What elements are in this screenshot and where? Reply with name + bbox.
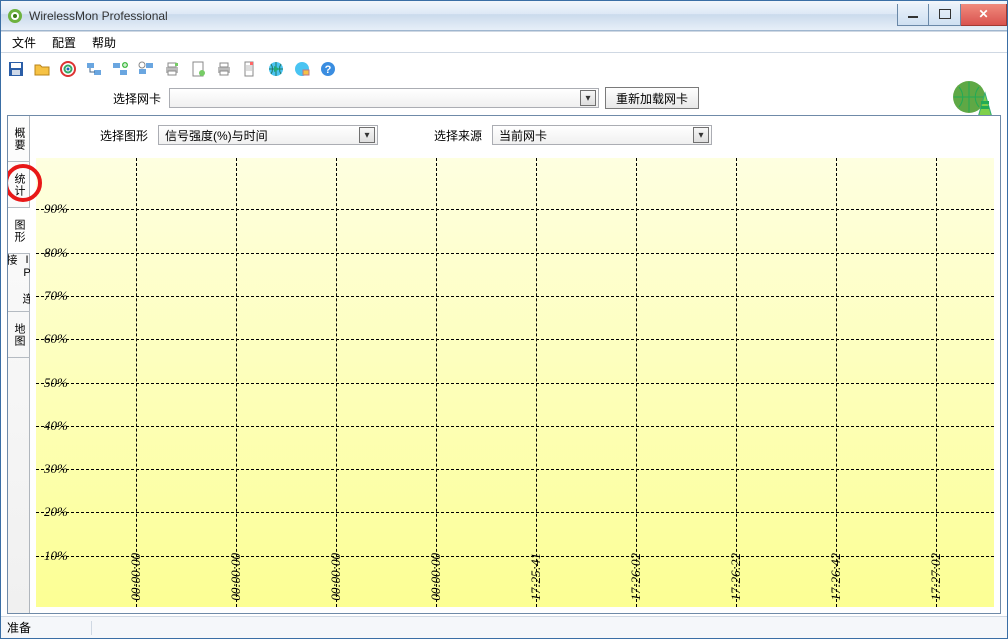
y-tick-label: 20% (44, 504, 68, 520)
graph-source-label: 选择来源 (434, 127, 484, 144)
x-tick-label: 17:26:02 (628, 553, 644, 601)
x-tick-label: 00:00:00 (428, 553, 444, 601)
print-icon[interactable] (161, 58, 183, 80)
status-separator (91, 621, 92, 635)
graph-type-combo[interactable]: 信号强度(%)与时间 ▾ (158, 125, 378, 145)
y-tick-label: 30% (44, 461, 68, 477)
graph-type-label: 选择图形 (100, 127, 150, 144)
x-tick-label: 17:26:42 (828, 553, 844, 601)
adapter-label: 选择网卡 (113, 90, 163, 107)
save-icon[interactable] (5, 58, 27, 80)
doc-icon[interactable] (239, 58, 261, 80)
netlist-icon[interactable] (83, 58, 105, 80)
chevron-down-icon: ▾ (693, 127, 709, 143)
menubar: 文件 配置 帮助 (1, 31, 1007, 53)
help-icon[interactable]: ? (317, 58, 339, 80)
statusbar: 准备 (1, 616, 1007, 638)
svg-text:?: ? (325, 64, 332, 76)
y-tick-label: 40% (44, 418, 68, 434)
chevron-down-icon: ▾ (580, 90, 596, 106)
y-tick-label: 60% (44, 331, 68, 347)
client-area: 概要 统计 图形 IP 连接 地图 选择图形 信号强度(%)与时间 ▾ 选择来源… (7, 115, 1001, 614)
netadd-icon[interactable] (109, 58, 131, 80)
globe-mon-icon[interactable] (291, 58, 313, 80)
minimize-button[interactable] (897, 4, 929, 26)
y-tick-label: 80% (44, 245, 68, 261)
x-tick-label: 00:00:00 (328, 553, 344, 601)
chevron-down-icon: ▾ (359, 127, 375, 143)
y-tick-label: 70% (44, 288, 68, 304)
app-icon (7, 8, 23, 24)
x-tick-label: 00:00:00 (128, 553, 144, 601)
x-tick-label: 17:26:22 (728, 553, 744, 601)
target-icon[interactable] (57, 58, 79, 80)
globe-play-icon[interactable] (265, 58, 287, 80)
titlebar: WirelessMon Professional (1, 1, 1007, 31)
sidebar: 概要 统计 图形 IP 连接 地图 (8, 116, 30, 613)
netmon-icon[interactable] (135, 58, 157, 80)
menu-config[interactable]: 配置 (44, 32, 84, 53)
side-tab-summary[interactable]: 概要 (8, 116, 30, 162)
y-tick-label: 50% (44, 375, 68, 391)
page-icon[interactable] (187, 58, 209, 80)
reload-adapter-button[interactable]: 重新加载网卡 (605, 87, 699, 109)
close-button[interactable] (961, 4, 1007, 26)
window-title: WirelessMon Professional (29, 9, 168, 23)
side-tab-stats[interactable]: 统计 (8, 162, 30, 208)
x-tick-label: 17:25:41 (528, 553, 544, 601)
main-area: 选择图形 信号强度(%)与时间 ▾ 选择来源 当前网卡 ▾ 10% 20% 30% 4… (30, 116, 1000, 613)
maximize-button[interactable] (929, 4, 961, 26)
signal-chart: 10% 20% 30% 40% 50% 60% 70% 80% 90% 00:00:00 00:00… (36, 158, 994, 607)
graph-type-selected: 信号强度(%)与时间 (165, 127, 359, 144)
menu-file[interactable]: 文件 (4, 32, 44, 53)
status-text: 准备 (7, 619, 31, 636)
side-tab-map[interactable]: 地图 (8, 312, 30, 358)
print2-icon[interactable] (213, 58, 235, 80)
toolbar: ? (1, 53, 1007, 83)
x-tick-label: 17:27:02 (928, 553, 944, 601)
graph-source-combo[interactable]: 当前网卡 ▾ (492, 125, 712, 145)
y-tick-label: 10% (44, 548, 68, 564)
folder-icon[interactable] (31, 58, 53, 80)
adapter-combo[interactable]: ▾ (169, 88, 599, 108)
menu-help[interactable]: 帮助 (84, 32, 124, 53)
chart-controls: 选择图形 信号强度(%)与时间 ▾ 选择来源 当前网卡 ▾ (30, 116, 1000, 154)
adapter-row: 选择网卡 ▾ 重新加载网卡 (1, 83, 1007, 113)
side-tab-graph[interactable]: 图形 (8, 208, 30, 254)
x-tick-label: 00:00:00 (228, 553, 244, 601)
side-tab-ip[interactable]: IP 连接 (8, 254, 30, 312)
graph-source-selected: 当前网卡 (499, 127, 693, 144)
y-tick-label: 90% (44, 201, 68, 217)
